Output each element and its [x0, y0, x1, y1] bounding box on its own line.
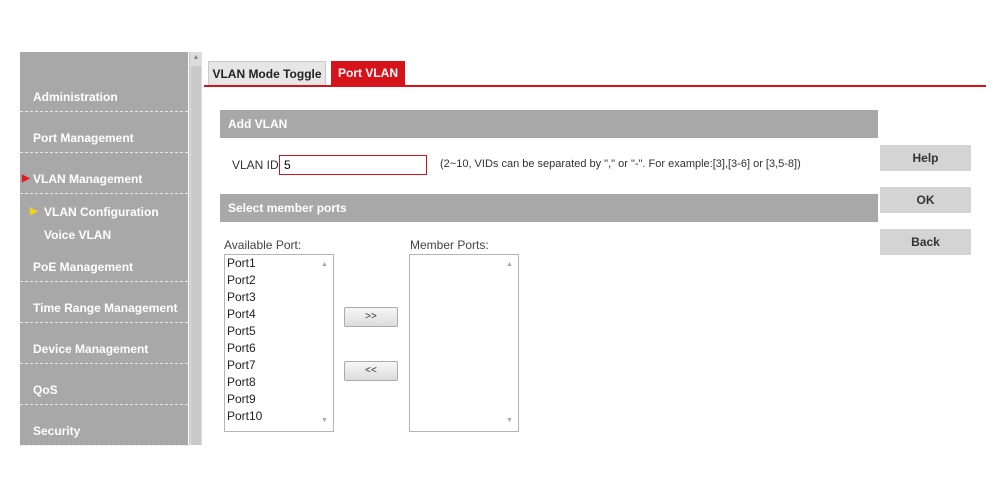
sidebar-item-label: Port Management	[33, 131, 134, 145]
list-item-port[interactable]: Port5	[227, 323, 256, 340]
sidebar-subitem-voice-vlan[interactable]: Voice VLAN	[20, 224, 188, 246]
list-item-port[interactable]: Port6	[227, 340, 256, 357]
list-item-port[interactable]: Port9	[227, 391, 256, 408]
sidebar-item-qos[interactable]: QoS	[20, 375, 188, 405]
sidebar-item-time-range-management[interactable]: Time Range Management	[20, 293, 188, 323]
available-list-scrollbar[interactable]: ▲ ▼	[316, 255, 333, 431]
sidebar-subitem-vlan-configuration[interactable]: ▶ VLAN Configuration	[20, 201, 188, 223]
sidebar-item-label: Time Range Management	[33, 301, 178, 315]
available-ports-list[interactable]: Port1 Port2 Port3 Port4 Port5 Port6 Port…	[224, 254, 334, 432]
list-item-port[interactable]: Port3	[227, 289, 256, 306]
sidebar-item-label: Security	[33, 424, 81, 438]
selected-caret-icon: ▶	[30, 206, 38, 217]
sidebar-scrollbar[interactable]: ▲	[189, 52, 202, 445]
tab-port-vlan[interactable]: Port VLAN	[331, 61, 405, 85]
tab-underline	[204, 85, 986, 87]
list-item-port[interactable]: Port8	[227, 374, 256, 391]
scroll-up-icon[interactable]: ▲	[191, 52, 201, 64]
list-item-port[interactable]: Port7	[227, 357, 256, 374]
list-item-port[interactable]: Port2	[227, 272, 256, 289]
sidebar-item-label: PoE Management	[33, 260, 134, 274]
sidebar-item-label: QoS	[33, 383, 58, 397]
help-button[interactable]: Help	[880, 145, 971, 171]
member-ports-list[interactable]: ▲ ▼	[409, 254, 519, 432]
list-item-port[interactable]: Port1	[227, 255, 256, 272]
member-ports-label: Member Ports:	[410, 238, 489, 252]
list-item-port[interactable]: Port4	[227, 306, 256, 323]
sidebar-item-security[interactable]: Security	[20, 416, 188, 446]
add-vlan-header: Add VLAN	[220, 110, 878, 138]
scroll-down-icon[interactable]: ▼	[316, 413, 333, 429]
available-port-label: Available Port:	[224, 238, 302, 252]
active-caret-icon: ▶	[22, 173, 30, 184]
select-member-ports-header: Select member ports	[220, 194, 878, 222]
vlan-id-label: VLAN ID	[232, 158, 279, 172]
sidebar-nav: Administration Port Management ▶ VLAN Ma…	[20, 52, 188, 446]
sidebar-item-vlan-management[interactable]: ▶ VLAN Management	[20, 164, 188, 194]
sidebar-item-poe-management[interactable]: PoE Management	[20, 252, 188, 282]
remove-member-button[interactable]: <<	[344, 361, 398, 381]
ok-button[interactable]: OK	[880, 187, 971, 213]
sidebar-item-port-management[interactable]: Port Management	[20, 123, 188, 153]
sidebar-item-label: Administration	[33, 90, 118, 104]
scroll-up-icon[interactable]: ▲	[316, 257, 333, 273]
back-button[interactable]: Back	[880, 229, 971, 255]
scrollbar-thumb[interactable]	[191, 66, 201, 445]
sidebar-item-label: VLAN Management	[33, 172, 143, 186]
add-member-button[interactable]: >>	[344, 307, 398, 327]
scroll-down-icon[interactable]: ▼	[501, 413, 518, 429]
vlan-id-input[interactable]	[279, 155, 427, 175]
sidebar-item-administration[interactable]: Administration	[20, 82, 188, 112]
vlan-id-hint: (2~10, VIDs can be separated by "," or "…	[440, 158, 801, 170]
scroll-up-icon[interactable]: ▲	[501, 257, 518, 273]
list-item-port[interactable]: Port10	[227, 408, 262, 425]
tab-vlan-mode-toggle[interactable]: VLAN Mode Toggle	[208, 61, 326, 85]
sidebar-subitem-label: VLAN Configuration	[44, 205, 159, 219]
sidebar-item-label: Device Management	[33, 342, 149, 356]
member-list-scrollbar[interactable]: ▲ ▼	[501, 255, 518, 431]
sidebar-item-device-management[interactable]: Device Management	[20, 334, 188, 364]
sidebar-subitem-label: Voice VLAN	[44, 228, 112, 242]
